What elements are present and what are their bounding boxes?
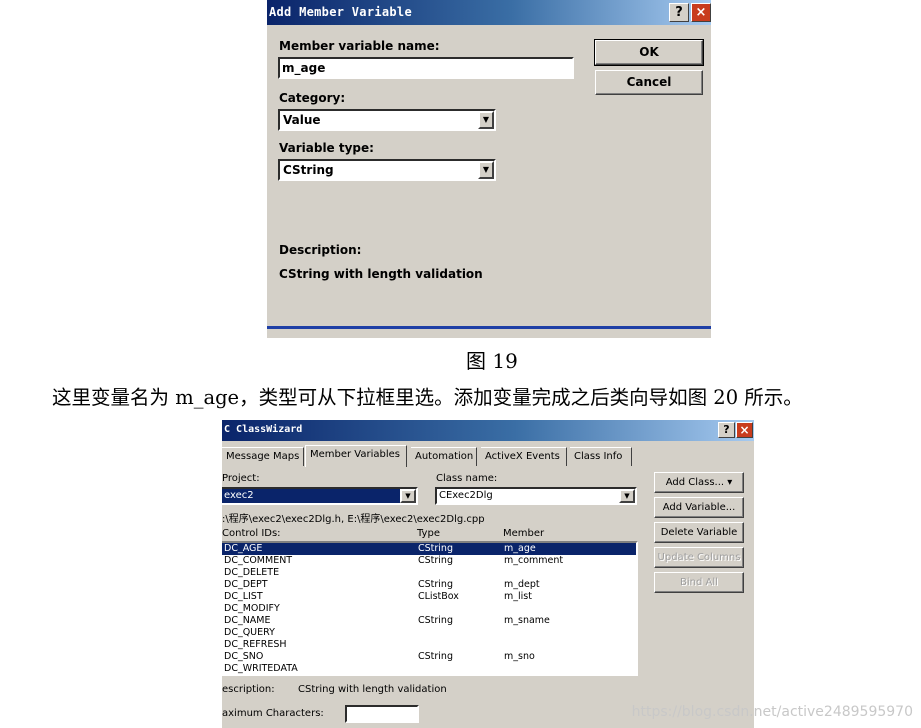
control-id-cell: DC_LIST: [224, 591, 263, 602]
category-label: Category:: [279, 91, 346, 105]
type-header: Type: [417, 528, 440, 539]
class-name-label: Class name:: [436, 473, 498, 484]
table-row[interactable]: DC_SNO CString m_sno: [222, 651, 636, 663]
watermark-text: https://blog.csdn.net/active2489595970: [631, 704, 913, 720]
tab-automation[interactable]: Automation: [411, 447, 477, 466]
member-cell: m_comment: [504, 555, 564, 566]
add-variable-button[interactable]: Add Variable...: [654, 497, 744, 518]
table-row[interactable]: DC_DEPT CString m_dept: [222, 579, 636, 591]
member-name-value: m_age: [282, 61, 326, 75]
table-row[interactable]: DC_REFRESH: [222, 639, 636, 651]
description-text: CString with length validation: [298, 684, 447, 695]
dialog-titlebar: C ClassWizard ? ×: [222, 420, 754, 441]
control-ids-header: Control IDs:: [222, 528, 281, 539]
control-id-cell: DC_MODIFY: [224, 603, 280, 614]
description-label: Description:: [279, 243, 362, 257]
table-row[interactable]: DC_LIST CListBox m_list: [222, 591, 636, 603]
close-button[interactable]: ×: [736, 422, 753, 438]
class-name-select[interactable]: CExec2Dlg ▼: [435, 487, 637, 505]
variable-type-label: Variable type:: [279, 141, 374, 155]
source-files-path: :\程序\exec2\exec2Dlg.h, E:\程序\exec2\exec2…: [222, 514, 485, 525]
chevron-down-icon[interactable]: ▼: [619, 489, 635, 503]
classwizard-dialog: C ClassWizard ? × Message Maps Member Va…: [222, 420, 754, 728]
control-id-cell: DC_NAME: [224, 615, 271, 626]
tab-message-maps[interactable]: Message Maps: [222, 447, 304, 466]
max-characters-input[interactable]: [345, 705, 419, 723]
footer-divider: [267, 326, 711, 329]
variable-type-value: CString: [283, 163, 334, 177]
cancel-button[interactable]: Cancel: [595, 70, 703, 95]
table-row[interactable]: DC_WRITEDATA: [222, 663, 636, 674]
member-cell: m_age: [504, 543, 536, 554]
member-cell: m_list: [504, 591, 532, 602]
control-id-cell: DC_QUERY: [224, 627, 275, 638]
tab-activex-events[interactable]: ActiveX Events: [481, 447, 567, 466]
chevron-down-icon[interactable]: ▼: [400, 489, 416, 503]
chevron-down-icon[interactable]: ▼: [478, 161, 494, 179]
type-cell: CString: [418, 579, 453, 590]
body-paragraph: 这里变量名为 m_age，类型可从下拉框里选。添加变量完成之后类向导如图 20 …: [52, 386, 803, 409]
table-row[interactable]: DC_QUERY: [222, 627, 636, 639]
member-name-label: Member variable name:: [279, 39, 440, 53]
classwizard-title-icon: C: [224, 424, 237, 435]
tab-class-info[interactable]: Class Info: [570, 447, 632, 466]
dialog-title: C ClassWizard: [224, 424, 302, 435]
control-id-cell: DC_WRITEDATA: [224, 663, 298, 674]
update-columns-button[interactable]: Update Columns: [654, 547, 744, 568]
dialog-title: Add Member Variable: [269, 5, 412, 19]
table-row[interactable]: DC_COMMENT CString m_comment: [222, 555, 636, 567]
table-row[interactable]: DC_MODIFY: [222, 603, 636, 615]
chevron-down-icon[interactable]: ▼: [478, 111, 494, 129]
help-button[interactable]: ?: [718, 422, 735, 438]
control-id-cell: DC_DELETE: [224, 567, 280, 578]
add-class-button[interactable]: Add Class... ▾: [654, 472, 744, 493]
control-id-cell: DC_COMMENT: [224, 555, 293, 566]
control-id-cell: DC_DEPT: [224, 579, 268, 590]
delete-variable-button[interactable]: Delete Variable: [654, 522, 744, 543]
control-id-cell: DC_AGE: [224, 543, 263, 554]
table-row[interactable]: DC_DELETE: [222, 567, 636, 579]
control-id-cell: DC_REFRESH: [224, 639, 287, 650]
description-text: CString with length validation: [279, 267, 483, 281]
control-id-cell: DC_SNO: [224, 651, 264, 662]
project-label: Project:: [222, 473, 260, 484]
type-cell: CString: [418, 615, 453, 626]
bind-all-button[interactable]: Bind All: [654, 572, 744, 593]
class-name-value: CExec2Dlg: [439, 490, 493, 501]
type-cell: CString: [418, 543, 453, 554]
member-cell: m_dept: [504, 579, 540, 590]
description-label: escription:: [222, 684, 275, 695]
variable-type-select[interactable]: CString ▼: [278, 159, 496, 181]
project-value: exec2: [224, 490, 254, 501]
help-button[interactable]: ?: [669, 3, 689, 22]
dialog-title-text: ClassWizard: [236, 424, 303, 435]
max-characters-label: aximum Characters:: [222, 708, 324, 719]
member-name-input[interactable]: m_age: [278, 57, 574, 79]
type-cell: CListBox: [418, 591, 459, 602]
type-cell: CString: [418, 651, 453, 662]
close-button[interactable]: ×: [691, 3, 711, 22]
member-cell: m_sname: [504, 615, 550, 626]
table-row[interactable]: DC_AGE CString m_age: [222, 543, 636, 555]
project-select[interactable]: exec2 ▼: [222, 487, 418, 505]
control-ids-list[interactable]: DC_AGE CString m_age DC_COMMENT CString m_com…: [222, 541, 638, 676]
table-row[interactable]: DC_NAME CString m_sname: [222, 615, 636, 627]
member-cell: m_sno: [504, 651, 535, 662]
member-header: Member: [503, 528, 545, 539]
ok-button[interactable]: OK: [594, 39, 704, 66]
dialog-titlebar: Add Member Variable ? ×: [267, 0, 711, 25]
add-member-variable-dialog: Add Member Variable ? × Member variable …: [267, 0, 711, 338]
type-cell: CString: [418, 555, 453, 566]
figure-caption-19: 图 19: [466, 349, 518, 373]
category-select[interactable]: Value ▼: [278, 109, 496, 131]
tab-member-variables[interactable]: Member Variables: [305, 445, 407, 467]
category-value: Value: [283, 113, 321, 127]
